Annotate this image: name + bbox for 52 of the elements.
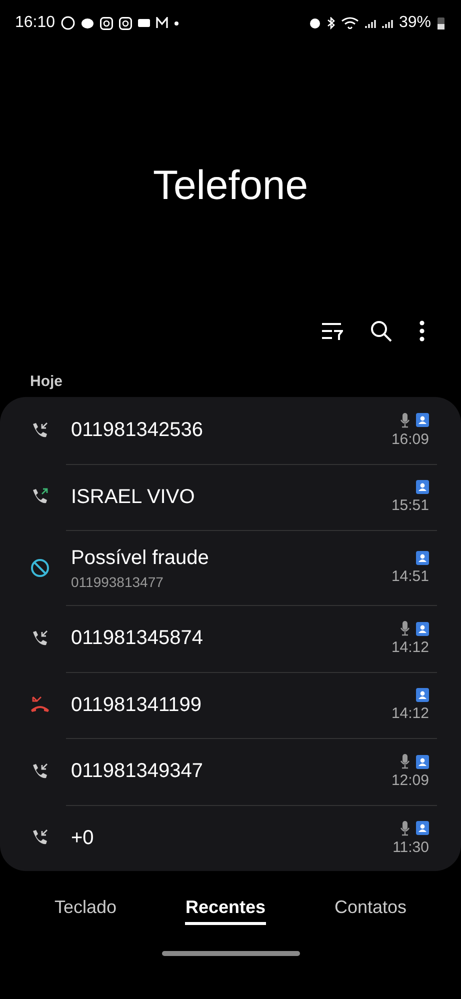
contact-icon — [416, 622, 429, 636]
more-options-icon[interactable] — [419, 320, 425, 342]
camera-icon — [119, 16, 132, 30]
section-header: Hoje — [29, 373, 64, 390]
contact-icon — [416, 413, 429, 428]
caller-number: 011993813477 — [71, 574, 164, 590]
contact-icon — [416, 754, 429, 769]
incoming-call-icon — [31, 630, 49, 647]
contact-icon — [416, 688, 429, 702]
caller-name: 011981342536 — [71, 418, 204, 442]
caller-name: +0 — [71, 826, 95, 850]
wifi-icon — [340, 17, 359, 29]
app-title: Telefone — [152, 162, 309, 209]
call-time: 15:51 — [391, 497, 429, 514]
bluetooth-icon — [326, 16, 335, 30]
blocked-icon — [30, 558, 50, 578]
microphone-icon — [400, 412, 410, 428]
caller-name: ISRAEL VIVO — [71, 486, 196, 509]
contact-icon — [416, 480, 429, 494]
search-icon[interactable] — [370, 320, 392, 342]
battery-percent: 39% — [398, 14, 431, 32]
incoming-call-icon — [31, 422, 49, 439]
nav-tab[interactable]: Contatos — [334, 893, 407, 925]
caller-name: 011981341199 — [71, 694, 203, 717]
contact-icon — [416, 821, 429, 836]
call-time: 14:12 — [391, 705, 429, 722]
microphone-icon — [400, 754, 410, 770]
call-time: 11:30 — [392, 838, 429, 856]
filter-icon[interactable] — [321, 321, 343, 341]
call-time: 14:12 — [391, 639, 429, 656]
incoming-call-icon — [31, 762, 49, 780]
signal-icon — [382, 18, 393, 28]
caller-name: 011981349347 — [71, 760, 204, 784]
dot-icon — [174, 20, 180, 26]
call-time: 12:09 — [391, 772, 429, 790]
call-time: 16:09 — [391, 430, 429, 448]
caller-name: 011981345874 — [71, 627, 204, 650]
call-time: 14:51 — [391, 568, 429, 585]
camera-icon — [100, 16, 114, 30]
signal-icon — [364, 18, 376, 28]
caller-name: Possível fraude — [71, 546, 210, 570]
missed-call-icon — [30, 696, 50, 714]
incoming-call-icon — [31, 829, 49, 846]
battery-icon — [437, 16, 445, 30]
microphone-icon — [400, 621, 410, 636]
microphone-icon — [400, 820, 410, 836]
status-time: 16:10 — [15, 14, 56, 32]
nav-tab[interactable]: Teclado — [54, 893, 117, 925]
outgoing-call-icon — [31, 488, 49, 506]
nav-tab[interactable]: Recentes — [185, 893, 266, 925]
contact-icon — [416, 551, 429, 565]
mail-icon — [156, 17, 168, 29]
